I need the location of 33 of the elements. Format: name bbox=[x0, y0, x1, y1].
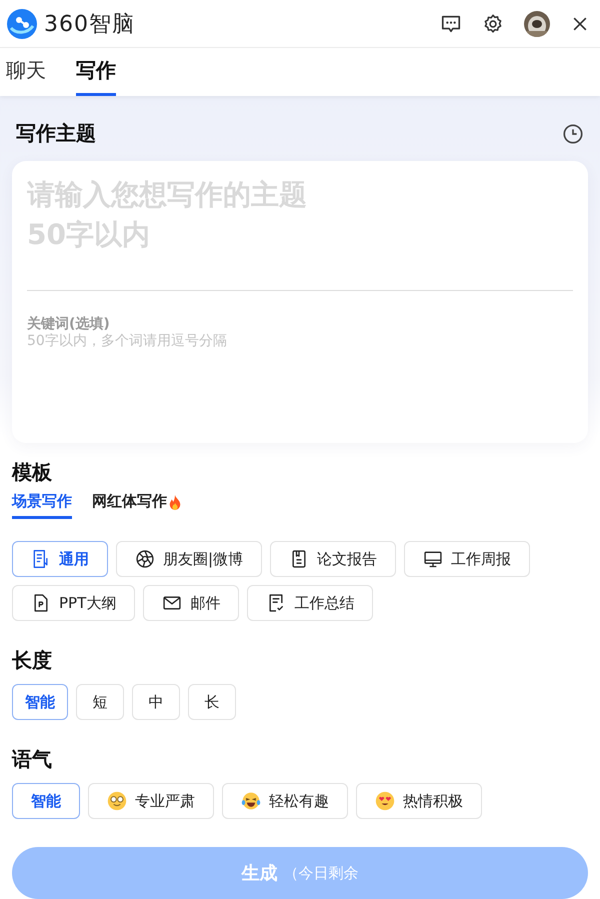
option-button[interactable]: 工作周报 bbox=[404, 541, 530, 577]
aperture-icon bbox=[135, 549, 155, 569]
logo-text: 360智脑 bbox=[44, 10, 135, 39]
keywords-field[interactable]: 50字以内，多个词请用逗号分隔 bbox=[27, 333, 573, 349]
history-icon[interactable] bbox=[562, 122, 584, 144]
option-button[interactable]: 长 bbox=[188, 684, 236, 720]
option-button[interactable]: 邮件 bbox=[143, 585, 240, 621]
option-button[interactable]: 智能 bbox=[12, 783, 80, 819]
monitor-icon bbox=[423, 549, 444, 569]
option-button[interactable]: 朋友圈|微博 bbox=[116, 541, 262, 577]
option-button[interactable]: 热情积极 bbox=[356, 783, 482, 819]
settings-icon[interactable] bbox=[482, 12, 504, 35]
option-button[interactable]: 轻松有趣 bbox=[222, 783, 348, 819]
section-title: 模板 bbox=[12, 459, 52, 486]
option-button[interactable]: PPT大纲 bbox=[12, 585, 136, 621]
section-title: 语气 bbox=[12, 746, 52, 773]
field-label: 关键词(选填) bbox=[27, 315, 110, 333]
option-button[interactable]: 智能 bbox=[12, 684, 68, 720]
option-button[interactable]: 论文报告 bbox=[270, 541, 396, 577]
logo-icon bbox=[6, 8, 38, 40]
option-button[interactable]: 专业严肃 bbox=[88, 783, 214, 819]
section-title: 写作主题 bbox=[16, 120, 96, 147]
option-button[interactable]: 通用 bbox=[12, 541, 108, 577]
section-title: 长度 bbox=[12, 647, 52, 674]
template-tab[interactable]: 网红体写作 bbox=[92, 492, 182, 519]
template-tab[interactable]: 场景写作 bbox=[12, 492, 72, 519]
option-button[interactable]: 短 bbox=[76, 684, 124, 720]
option-button[interactable]: 工作总结 bbox=[247, 585, 374, 621]
glasses-face-icon bbox=[107, 791, 127, 811]
heart-eyes-face-icon bbox=[375, 791, 395, 811]
option-button[interactable]: 中 bbox=[132, 684, 180, 720]
laughing-face-icon bbox=[241, 791, 261, 811]
tab[interactable]: 聊天 bbox=[6, 48, 46, 96]
